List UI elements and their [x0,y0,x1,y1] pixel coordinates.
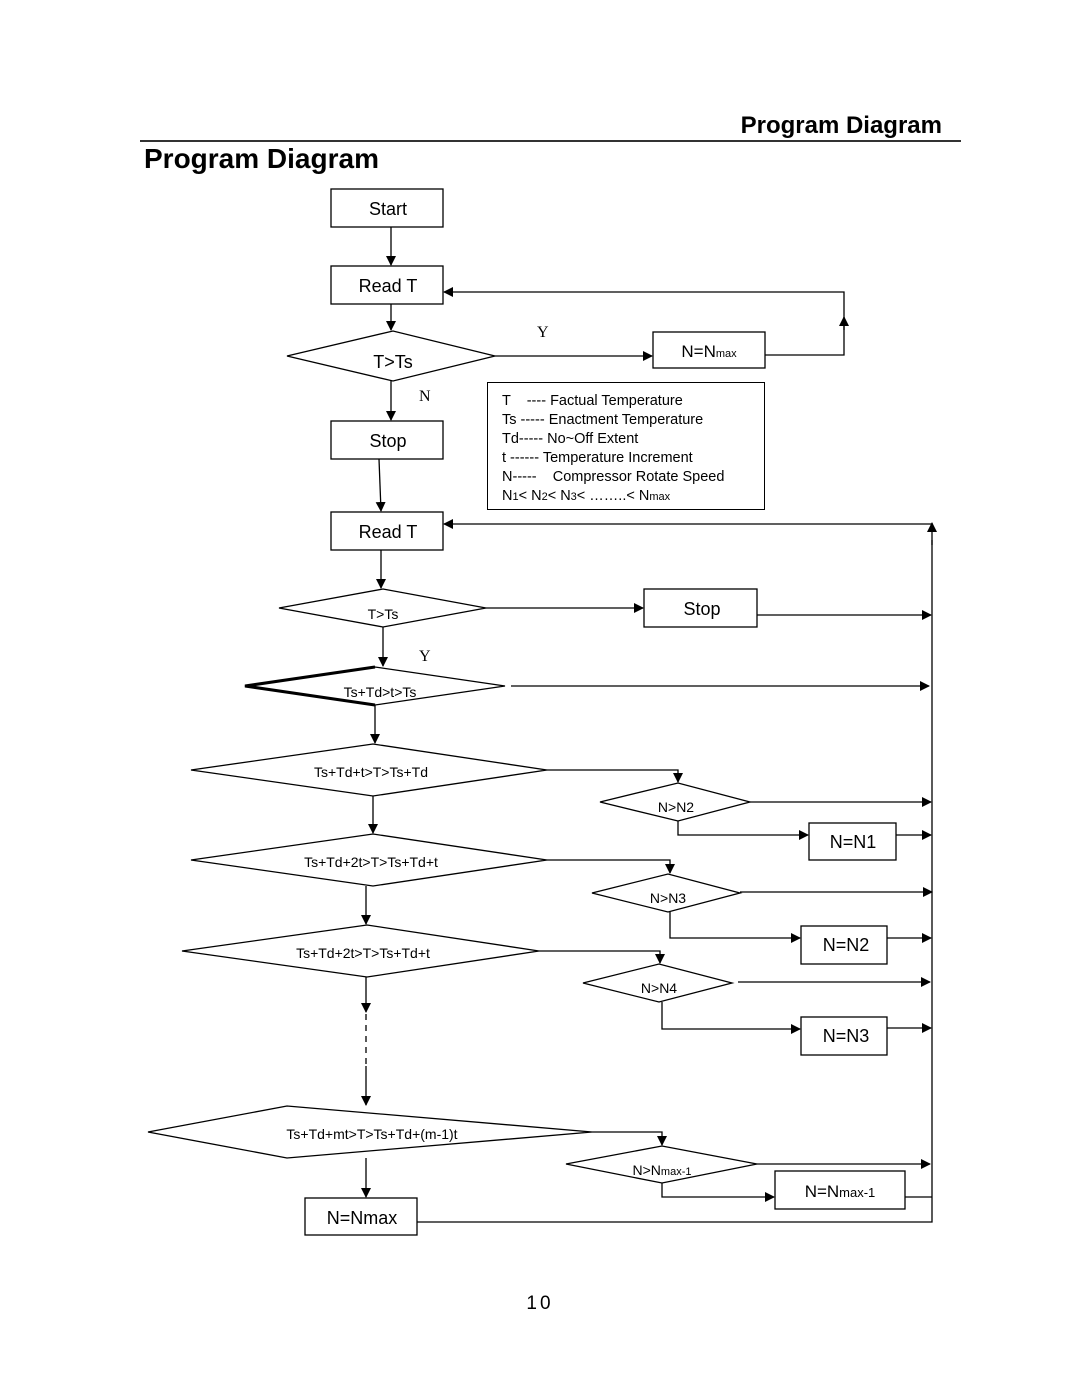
cond-band-1-label: Ts+Td+t>T>Ts+Td [314,764,428,780]
cond-band-3-label: Ts+Td+2t>T>Ts+Td+t [296,945,430,961]
cond-t-gt-ts-1-label: T>Ts [373,352,413,372]
arrow-nnmax1-setnmax1 [661,1183,775,1202]
arrow-stop-read2 [375,458,386,512]
cond-n-gt-n3-label: N>N3 [650,890,686,906]
legend-box: T ---- Factual Temperature Ts ----- Enac… [487,382,765,510]
cond-band-2-label: Ts+Td+2t>T>Ts+Td+t [304,854,438,870]
arrow-band3-nn4 [539,950,665,964]
arrow-band1-nn2 [547,769,683,783]
legend-line: Td----- No~Off Extent [502,431,639,447]
cond-n-gt-nmax1-label: N>Nmax-1 [633,1162,692,1178]
arrow-nn3-setn2 [669,912,801,943]
n-eq-nmax-top-label: N=Nmax [681,342,737,361]
read-t-2-label: Read T [359,522,418,542]
arrow-nn4-setn3 [661,1002,801,1034]
legend-line: N----- Compressor Rotate Speed [502,469,725,485]
arrow-band2-nn3 [547,859,675,874]
legend-order-line: N1< N2< N3< ……..< Nmax [502,488,671,504]
legend-line: Ts ----- Enactment Temperature [502,412,704,428]
line-setnmax-bus [417,540,933,1223]
cond-band-0-label: Ts+Td>t>Ts [344,684,417,700]
set-nmax-label: N=Nmax [327,1208,398,1228]
stop-2-label: Stop [683,599,720,619]
flowchart: Start Read T T>Ts N=Nmax Stop Read T T>T… [147,188,937,1236]
yes-label-top: Y [537,324,549,341]
stop-1-label: Stop [369,431,406,451]
yes-label-mid: Y [419,648,431,665]
arrow-bandm-nnmax1 [592,1131,667,1146]
page-number: 10 [526,1293,554,1314]
cond-t-gt-ts-2-label: T>Ts [368,606,399,622]
legend-line: t ------ Temperature Increment [502,450,693,466]
arrow-nn2-setn1 [677,821,809,840]
set-n3-label: N=N3 [823,1026,870,1046]
legend-line: T ---- Factual Temperature [502,393,683,409]
set-n2-label: N=N2 [823,935,870,955]
read-t-1-label: Read T [359,276,418,296]
set-n1-label: N=N1 [830,832,877,852]
cond-n-gt-n2-label: N>N2 [658,799,694,815]
no-label-top: N [419,388,431,405]
cond-band-m-label: Ts+Td+mt>T>Ts+Td+(m-1)t [286,1126,457,1142]
cond-n-gt-n4-label: N>N4 [641,980,677,996]
line-nmax-loop [765,318,845,356]
set-nmax1-label: N=Nmax-1 [805,1182,876,1201]
start-label: Start [369,199,407,219]
arrow-loop-to-read [443,287,845,318]
